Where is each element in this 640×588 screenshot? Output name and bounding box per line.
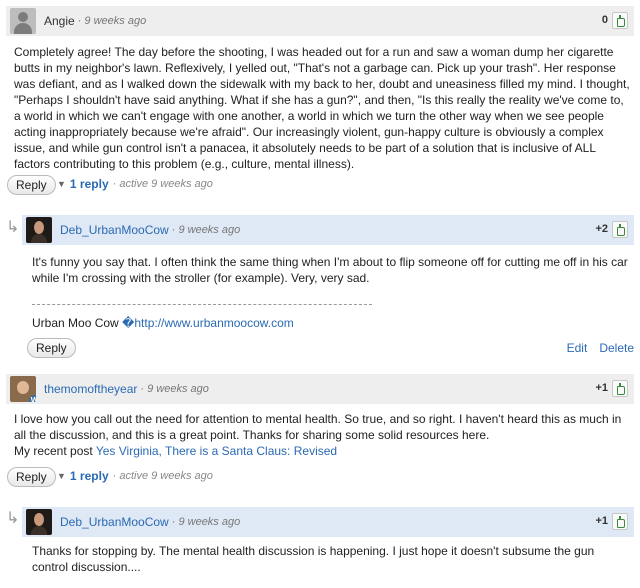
expand-triangle-icon: ▼ — [57, 179, 66, 189]
comment-actions: Edit Delete — [555, 341, 634, 355]
comment-text: Completely agree! The day before the sho… — [14, 45, 630, 171]
vote-score: 0 — [601, 14, 608, 26]
author-name[interactable]: themomoftheyear — [44, 382, 137, 396]
thumbs-up-icon[interactable] — [612, 513, 628, 530]
comment-body: It's funny you say that. I often think t… — [32, 254, 628, 286]
timestamp[interactable]: · 9 weeks ago — [78, 15, 146, 27]
author-name[interactable]: Angie — [44, 14, 75, 28]
comment-text: Thanks for stopping by. The mental healt… — [32, 544, 595, 574]
comment-angie: Angie · 9 weeks ago 0 Completely agree! … — [0, 0, 640, 200]
thread-arrow-icon: ↳ — [6, 510, 20, 527]
avatar[interactable] — [10, 8, 36, 34]
comment-text: It's funny you say that. I often think t… — [32, 255, 628, 285]
edit-link[interactable]: Edit — [567, 341, 588, 355]
replies-toggle[interactable]: ▼ 1 reply · active 9 weeks ago — [57, 177, 213, 191]
thumbs-up-icon[interactable] — [612, 380, 628, 397]
comment-header: Angie · 9 weeks ago 0 — [6, 6, 634, 36]
thread-arrow-icon: ↳ — [6, 219, 20, 236]
author-name[interactable]: Deb_UrbanMooCow — [60, 515, 169, 529]
comment-header: Deb_UrbanMooCow · 9 weeks ago +2 — [22, 215, 634, 245]
avatar[interactable]: W — [10, 376, 36, 402]
avatar[interactable] — [26, 217, 52, 243]
delete-link[interactable]: Delete — [599, 341, 634, 355]
recent-post: My recent post Yes Virginia, There is a … — [14, 443, 630, 459]
recent-post-prefix: My recent post — [14, 444, 96, 458]
vote-score: +2 — [595, 223, 608, 235]
thumbs-up-icon[interactable] — [612, 12, 628, 29]
replies-count[interactable]: 1 reply — [70, 177, 109, 191]
reply-button[interactable]: Reply — [7, 175, 56, 195]
comment-text: I love how you call out the need for att… — [14, 412, 622, 442]
author-name[interactable]: Deb_UrbanMooCow — [60, 223, 169, 237]
signature: Urban Moo Cow �http://www.urbanmoocow.co… — [32, 315, 432, 331]
expand-triangle-icon: ▼ — [57, 471, 66, 481]
signature-separator: � — [122, 316, 135, 330]
timestamp[interactable]: · 9 weeks ago — [172, 224, 240, 236]
comment-body: Completely agree! The day before the sho… — [14, 44, 630, 172]
comment-body: I love how you call out the need for att… — [14, 411, 630, 459]
replies-toggle[interactable]: ▼ 1 reply · active 9 weeks ago — [57, 469, 213, 483]
signature-name: Urban Moo Cow — [32, 316, 123, 330]
comment-deb-reply-1: ↳ Deb_UrbanMooCow · 9 weeks ago +2 It's … — [0, 205, 640, 365]
reply-button[interactable]: Reply — [27, 338, 76, 358]
comment-header: W themomoftheyear · 9 weeks ago +1 — [6, 374, 634, 404]
wordpress-icon: W — [29, 395, 36, 402]
replies-active: · active 9 weeks ago — [112, 470, 213, 482]
comment-body: Thanks for stopping by. The mental healt… — [32, 543, 628, 575]
replies-active: · active 9 weeks ago — [112, 178, 213, 190]
comment-deb-reply-2: ↳ Deb_UrbanMooCow · 9 weeks ago +1 Thank… — [0, 500, 640, 588]
reply-button[interactable]: Reply — [7, 467, 56, 487]
vote-score: +1 — [595, 515, 608, 527]
replies-count[interactable]: 1 reply — [70, 469, 109, 483]
vote-score: +1 — [595, 382, 608, 394]
recent-post-link[interactable]: Yes Virginia, There is a Santa Claus: Re… — [96, 444, 337, 458]
signature-link[interactable]: http://www.urbanmoocow.com — [134, 316, 293, 330]
thumbs-up-icon[interactable] — [612, 221, 628, 238]
signature-divider — [32, 304, 372, 305]
timestamp[interactable]: · 9 weeks ago — [172, 516, 240, 528]
comment-themomoftheyear: W themomoftheyear · 9 weeks ago +1 I lov… — [0, 370, 640, 500]
avatar[interactable] — [26, 509, 52, 535]
timestamp[interactable]: · 9 weeks ago — [140, 383, 208, 395]
comment-header: Deb_UrbanMooCow · 9 weeks ago +1 — [22, 507, 634, 537]
